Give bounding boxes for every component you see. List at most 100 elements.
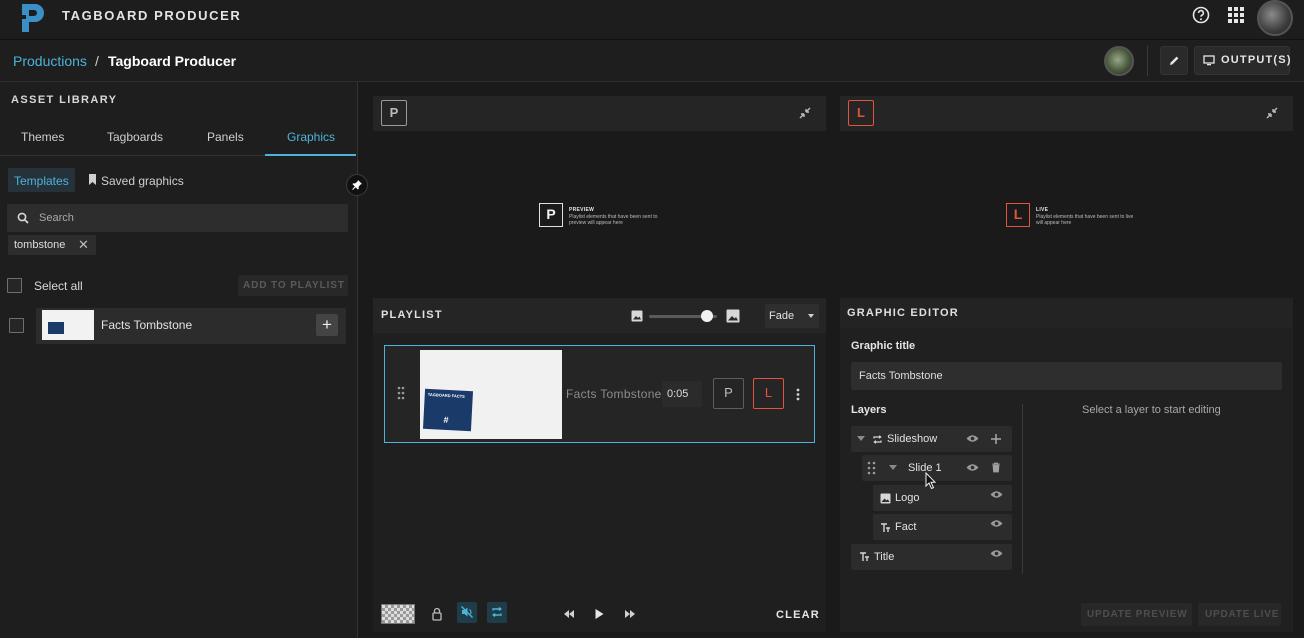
pin-panel-button[interactable] [346,174,368,196]
search-input[interactable] [39,209,339,227]
tab-graphics[interactable]: Graphics [287,130,335,144]
layer-logo-label: Logo [895,492,920,504]
subtab-templates-label: Templates [14,174,69,188]
tagboard-logo-icon[interactable] [18,2,46,34]
eye-icon[interactable] [966,463,979,472]
add-icon[interactable] [990,433,1002,445]
layer-title-label: Title [874,551,895,563]
loop-toggle-button[interactable] [487,602,507,623]
subtab-templates[interactable]: Templates [8,168,75,192]
asset-library-heading: ASSET LIBRARY [11,94,118,106]
preview-header: P [373,96,826,131]
update-live-button[interactable]: UPDATE LIVE [1198,603,1281,626]
asset-item-checkbox[interactable] [9,318,24,333]
mute-toggle-button[interactable] [457,602,477,623]
mouse-cursor-icon [925,472,937,490]
breadcrumb-current: Tagboard Producer [108,53,237,69]
layer-logo[interactable]: Logo [873,485,1012,511]
layers-label: Layers [851,404,887,416]
caret-down-icon[interactable] [857,436,865,442]
layer-fact[interactable]: Fact [873,514,1012,540]
apps-grid-icon[interactable] [1227,6,1245,24]
asset-library-panel: ASSET LIBRARY Themes Tagboards Panels Gr… [0,82,368,638]
live-canvas: L LIVE Playlist elements that have been … [840,131,1293,296]
collapse-preview-icon[interactable] [799,107,811,119]
graphic-editor-header: GRAPHIC EDITOR [840,298,1293,328]
outputs-button[interactable]: OUTPUT(S) [1194,46,1290,75]
layer-fact-label: Fact [895,521,917,533]
remove-filter-icon[interactable]: ✕ [78,237,89,253]
layer-slideshow[interactable]: Slideshow [851,426,1012,452]
add-to-playlist-button[interactable]: ADD TO PLAYLIST [238,275,348,296]
playlist-header: PLAYLIST Fade [373,298,826,333]
skip-next-icon[interactable] [622,606,638,622]
eye-icon[interactable] [966,434,979,443]
graphic-editor-panel: GRAPHIC EDITOR Graphic title Layers Sele… [840,298,1293,632]
preview-canvas: P PREVIEW Playlist elements that have be… [373,131,826,296]
layer-slide-1[interactable]: Slide 1 [862,455,1012,481]
edit-production-button[interactable] [1160,46,1188,75]
filter-chip-label: tombstone [14,239,66,251]
tab-tagboards[interactable]: Tagboards [107,130,163,144]
eye-icon[interactable] [990,519,1003,528]
user-avatar[interactable] [1257,0,1293,36]
thumbnail-size-slider-handle[interactable] [700,310,713,322]
preview-badge: P [381,100,407,126]
filter-chip: tombstone ✕ [8,235,96,255]
graphic-editor-title: GRAPHIC EDITOR [847,307,959,319]
add-asset-button[interactable]: + [316,314,338,336]
active-tab-indicator [265,154,356,156]
graphic-title-input[interactable] [851,362,1282,390]
asset-thumbnail-card [48,322,64,334]
outputs-button-label: OUTPUT(S) [1221,54,1292,66]
editor-empty-hint: Select a layer to start editing [1082,404,1221,416]
skip-previous-icon[interactable] [561,606,577,622]
live-header: L [840,96,1293,131]
asset-list-item[interactable]: Facts Tombstone + [36,308,346,344]
subtab-saved-graphics[interactable]: Saved graphics [101,174,184,188]
playlist-item-thumbnail: TAGBOARD FACTS # [420,350,562,439]
drag-handle-icon[interactable] [397,386,405,400]
trash-icon[interactable] [991,462,1001,473]
repeat-icon [873,435,882,444]
playlist-item[interactable]: TAGBOARD FACTS # Facts Tombstone 0:05 P … [384,345,815,443]
clear-playlist-button[interactable]: CLEAR [776,609,820,621]
large-thumbnail-icon [726,309,740,323]
send-to-live-button[interactable]: L [753,378,784,409]
tab-panels[interactable]: Panels [207,130,244,144]
search-icon [17,212,29,224]
transition-select[interactable]: Fade [765,304,819,328]
more-options-icon[interactable] [796,388,800,401]
play-icon[interactable] [591,606,607,622]
update-preview-label: UPDATE PREVIEW [1087,609,1188,620]
collaborator-avatar[interactable] [1104,46,1134,76]
asset-item-label: Facts Tombstone [101,318,193,332]
preview-placeholder-badge: P [539,203,563,227]
live-badge: L [848,100,874,126]
live-placeholder-title: LIVE [1036,207,1049,213]
layer-title[interactable]: Title [851,544,1012,570]
tab-themes[interactable]: Themes [21,130,64,144]
transparent-background-toggle[interactable] [381,604,415,624]
update-preview-button[interactable]: UPDATE PREVIEW [1081,603,1192,626]
drag-handle-icon[interactable] [867,461,876,475]
send-to-preview-button[interactable]: P [713,378,744,409]
lock-icon[interactable] [429,606,445,622]
layer-slideshow-label: Slideshow [887,433,938,445]
select-all-checkbox[interactable] [7,278,22,293]
collapse-live-icon[interactable] [1266,107,1278,119]
eye-icon[interactable] [990,490,1003,499]
live-placeholder-badge: L [1006,203,1030,227]
preview-placeholder-text: Playlist elements that have been sent to… [569,214,658,226]
caret-down-icon [808,314,814,318]
duration-value: 0:05 [667,388,689,400]
eye-icon[interactable] [990,549,1003,558]
caret-down-icon[interactable] [889,465,897,471]
breadcrumb-productions-link[interactable]: Productions [13,53,87,69]
header-divider [1147,46,1148,76]
help-icon[interactable] [1192,6,1210,24]
update-live-label: UPDATE LIVE [1205,609,1280,620]
tagboard-mark-icon: # [443,414,449,426]
duration-field[interactable]: 0:05 [662,381,702,407]
graphic-title-label: Graphic title [851,340,916,352]
